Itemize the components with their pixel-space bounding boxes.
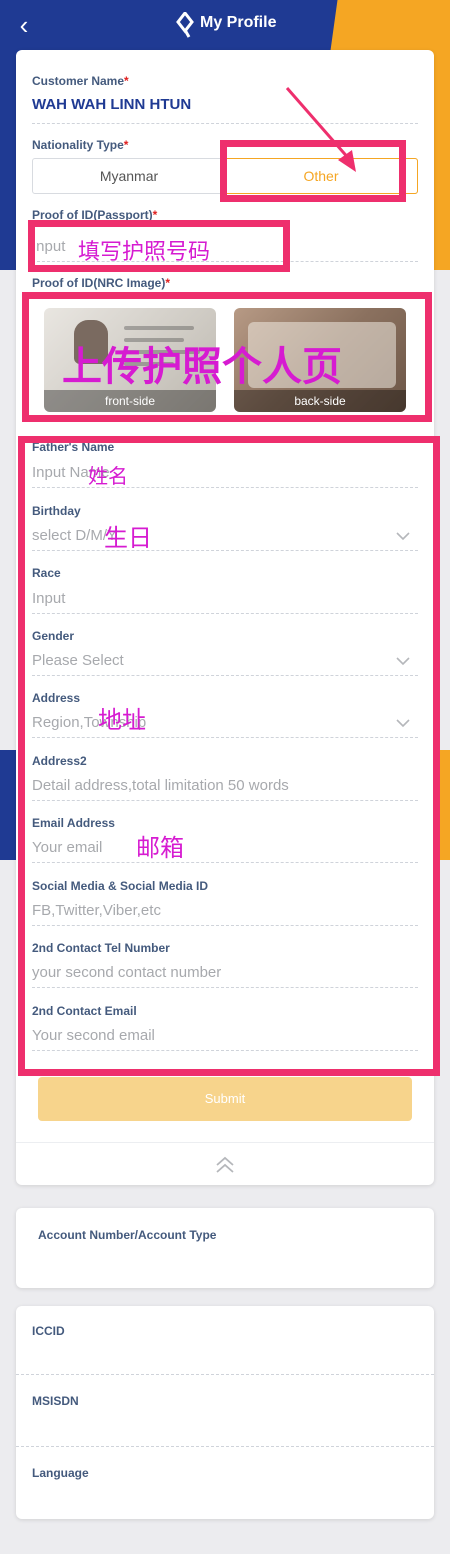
language-label: Language [32, 1466, 89, 1480]
annotation-name-note: 姓名 [88, 464, 128, 488]
iccid-label: ICCID [32, 1324, 65, 1338]
divider [16, 1374, 434, 1375]
submit-button[interactable]: Submit [38, 1077, 412, 1121]
msisdn-label: MSISDN [32, 1394, 79, 1408]
back-icon[interactable]: ‹ [10, 10, 38, 40]
annotation-birthday-note: 生日 [104, 524, 152, 552]
chevron-double-up-icon[interactable] [214, 1154, 236, 1176]
annotation-passport-note: 填写护照号码 [78, 240, 211, 265]
customer-name-label: Customer Name* [32, 74, 129, 88]
nationality-label: Nationality Type* [32, 138, 129, 152]
annotation-address-note: 地址 [98, 706, 146, 734]
annotation-box-other [220, 140, 406, 202]
nrc-image-label: Proof of ID(NRC Image)* [32, 276, 171, 290]
account-number-label: Account Number/Account Type [38, 1228, 217, 1242]
logo-icon [176, 12, 194, 38]
divider [32, 123, 418, 124]
divider [16, 1446, 434, 1447]
nationality-option-myanmar[interactable]: Myanmar [33, 159, 225, 193]
account-card: Account Number/Account Type [16, 1208, 434, 1288]
sim-info-card: ICCID MSISDN Language [16, 1306, 434, 1519]
customer-name-value: WAH WAH LINN HTUN [32, 96, 192, 113]
annotation-upload-note: 上传护照个人页 [62, 344, 342, 390]
divider [16, 1142, 434, 1143]
annotation-box-fields [18, 436, 440, 1076]
annotation-email-note: 邮箱 [136, 834, 184, 862]
top-bar: ‹ My Profile [0, 0, 450, 50]
page-title: My Profile [200, 14, 277, 31]
